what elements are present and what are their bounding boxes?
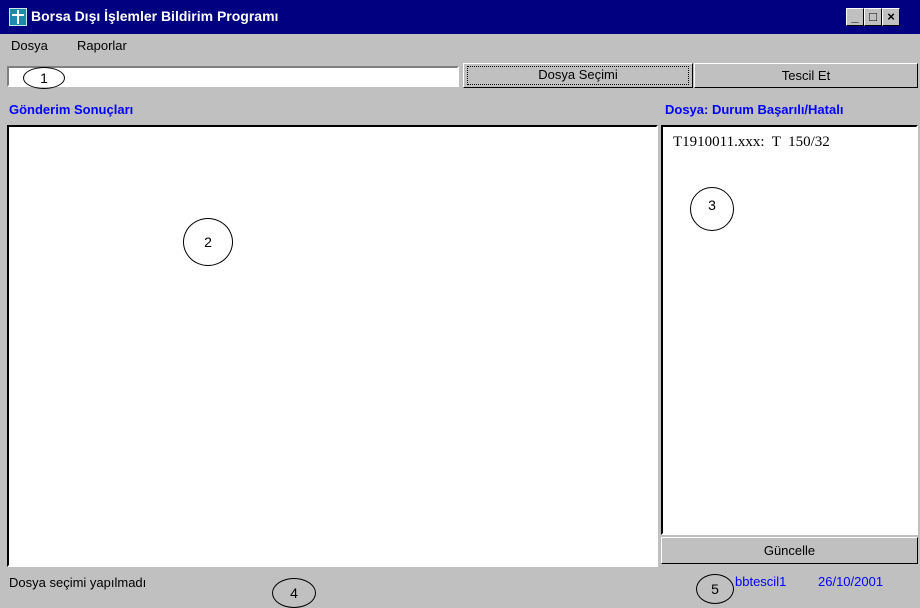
window-title: Borsa Dışı İşlemler Bildirim Programı: [31, 8, 279, 24]
minimize-button[interactable]: _: [846, 8, 864, 26]
app-logo-icon: [9, 8, 27, 26]
status-date: 26/10/2001: [818, 574, 884, 589]
results-label: Gönderim Sonuçları: [9, 102, 134, 117]
select-file-label: Dosya Seçimi: [467, 66, 689, 85]
file-path-input[interactable]: [7, 66, 459, 87]
status-user: bbtescil1: [735, 574, 787, 589]
file-status-label: Dosya: Durum Başarılı/Hatalı: [665, 102, 844, 117]
close-button[interactable]: ×: [882, 8, 900, 26]
register-button[interactable]: Tescil Et: [694, 63, 918, 88]
menu-raporlar[interactable]: Raporlar: [77, 38, 127, 53]
file-status-list[interactable]: T1910011.xxx: T 150/32: [661, 125, 918, 535]
menu-bar: Dosya Raporlar: [0, 34, 920, 56]
callout-4: 4: [272, 578, 316, 608]
list-item[interactable]: T1910011.xxx: T 150/32: [673, 134, 830, 151]
callout-2: 2: [183, 218, 233, 266]
callout-5: 5: [696, 574, 734, 604]
maximize-button[interactable]: □: [864, 8, 882, 26]
title-bar: Borsa Dışı İşlemler Bildirim Programı _ …: [0, 0, 920, 34]
menu-dosya[interactable]: Dosya: [11, 38, 48, 53]
select-file-button[interactable]: Dosya Seçimi: [463, 63, 693, 88]
results-panel[interactable]: [7, 125, 658, 567]
update-button[interactable]: Güncelle: [661, 537, 918, 564]
callout-1: 1: [23, 67, 65, 89]
status-message: Dosya seçimi yapılmadı: [9, 575, 147, 590]
callout-3: 3: [690, 187, 734, 231]
